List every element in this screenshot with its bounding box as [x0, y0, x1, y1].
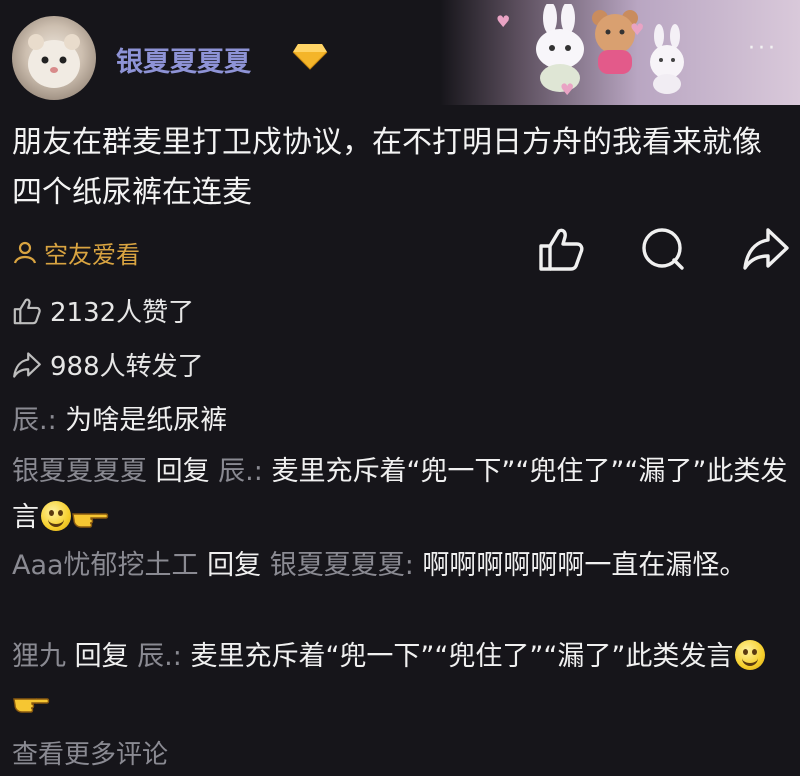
shares-text: 988人转发了: [50, 352, 204, 382]
view-more-comments-link[interactable]: 查看更多评论: [12, 734, 168, 771]
more-dots-icon[interactable]: ···: [748, 38, 778, 60]
comment-text: 麦里充斥着“兜一下”“兜住了”“漏了”此类发言: [181, 641, 734, 672]
source-label: 空友爱看: [44, 241, 140, 269]
diamond-icon: [292, 44, 328, 70]
comment-author[interactable]: Aaa忧郁挖土工: [12, 550, 199, 581]
pointing-hand-icon: [72, 513, 109, 528]
comment-text: 为啥是纸尿裤: [56, 405, 228, 436]
smile-emoji-icon: [41, 501, 71, 531]
comment-bubble-icon[interactable]: [640, 226, 686, 272]
header-banner: ♥ ♥ ♥ ···: [440, 0, 800, 105]
comment-text: 啊啊啊啊啊啊一直在漏怪。: [413, 550, 747, 581]
post-text: 朋友在群麦里打卫戍协议，在不打明日方舟的我看来就像四个纸尿裤在连麦: [12, 125, 762, 210]
reply-word: 回复: [66, 641, 138, 672]
comment-author[interactable]: 辰.:: [12, 405, 57, 436]
heart-icon: ♥: [560, 80, 575, 99]
pointing-hand-icon: [13, 698, 50, 713]
reply-target[interactable]: 银夏夏夏夏:: [270, 550, 414, 581]
hamster-avatar-icon: [28, 34, 80, 88]
comment-item[interactable]: 银夏夏夏夏 回复 辰.: 麦里充斥着“兜一下”“兜住了”“漏了”此类发言: [12, 449, 792, 541]
thumbs-up-icon[interactable]: [537, 226, 585, 272]
comment-author[interactable]: 狸九: [12, 641, 66, 672]
share-arrow-icon[interactable]: [742, 226, 790, 272]
share-arrow-icon: [13, 351, 41, 378]
thumbs-up-icon: [13, 298, 41, 324]
reply-target[interactable]: 辰.:: [218, 456, 263, 487]
heart-icon: ♥: [630, 20, 645, 39]
reply-target[interactable]: 辰.:: [137, 641, 182, 672]
shares-count[interactable]: 988人转发了: [12, 346, 204, 383]
heart-icon: ♥: [496, 12, 511, 31]
source-tag[interactable]: 空友爱看: [12, 235, 140, 270]
likes-count[interactable]: 2132人赞了: [12, 292, 194, 329]
username[interactable]: 银夏夏夏夏: [116, 40, 251, 79]
avatar[interactable]: [12, 16, 96, 100]
likes-text: 2132人赞了: [50, 298, 195, 328]
reply-word: 回复: [147, 456, 219, 487]
comment-item[interactable]: Aaa忧郁挖土工 回复 银夏夏夏夏: 啊啊啊啊啊啊一直在漏怪。: [12, 543, 792, 589]
friends-icon: [13, 241, 37, 263]
small-bunny-sticker-icon: [650, 24, 684, 94]
smile-emoji-icon: [735, 640, 766, 670]
comment-author[interactable]: 银夏夏夏夏: [12, 456, 147, 487]
comment-item[interactable]: 辰.: 为啥是纸尿裤: [12, 398, 792, 444]
comment-item[interactable]: 狸九 回复 辰.: 麦里充斥着“兜一下”“兜住了”“漏了”此类发言: [12, 634, 792, 726]
bear-sticker-icon: [592, 10, 638, 74]
reply-word: 回复: [198, 550, 270, 581]
